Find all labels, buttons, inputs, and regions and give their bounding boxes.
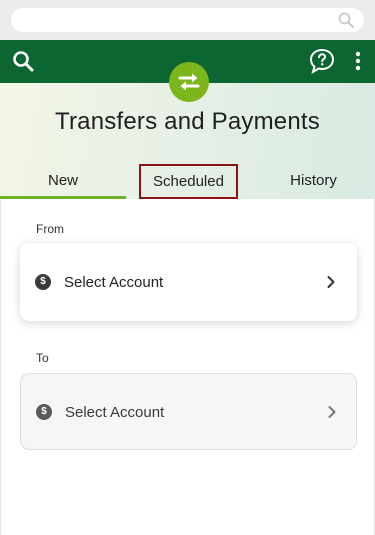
- chevron-right-icon: [327, 276, 335, 288]
- transfer-badge: [169, 62, 209, 102]
- browser-top-bar: [0, 0, 375, 40]
- from-label: From: [36, 222, 64, 236]
- page-title: Transfers and Payments: [55, 108, 320, 135]
- tab-new[interactable]: New: [0, 164, 126, 200]
- from-account-text: Select Account: [64, 274, 164, 291]
- to-account-selector[interactable]: $ Select Account: [20, 373, 357, 450]
- tab-scheduled[interactable]: Scheduled: [139, 164, 238, 199]
- chevron-right-icon: [328, 406, 336, 418]
- tab-bar: New Scheduled History: [0, 164, 375, 200]
- search-icon[interactable]: [338, 12, 354, 28]
- transfer-arrows-icon: [178, 73, 200, 91]
- to-label: To: [36, 351, 49, 365]
- more-vertical-icon[interactable]: [350, 50, 366, 72]
- to-account-text: Select Account: [65, 404, 165, 421]
- help-chat-icon[interactable]: [309, 48, 335, 74]
- search-icon[interactable]: [12, 50, 34, 72]
- browser-search-field[interactable]: [11, 8, 364, 32]
- dollar-icon: $: [35, 274, 51, 290]
- from-account-selector[interactable]: $ Select Account: [20, 243, 357, 321]
- tab-history[interactable]: History: [252, 164, 375, 200]
- dollar-icon: $: [36, 404, 52, 420]
